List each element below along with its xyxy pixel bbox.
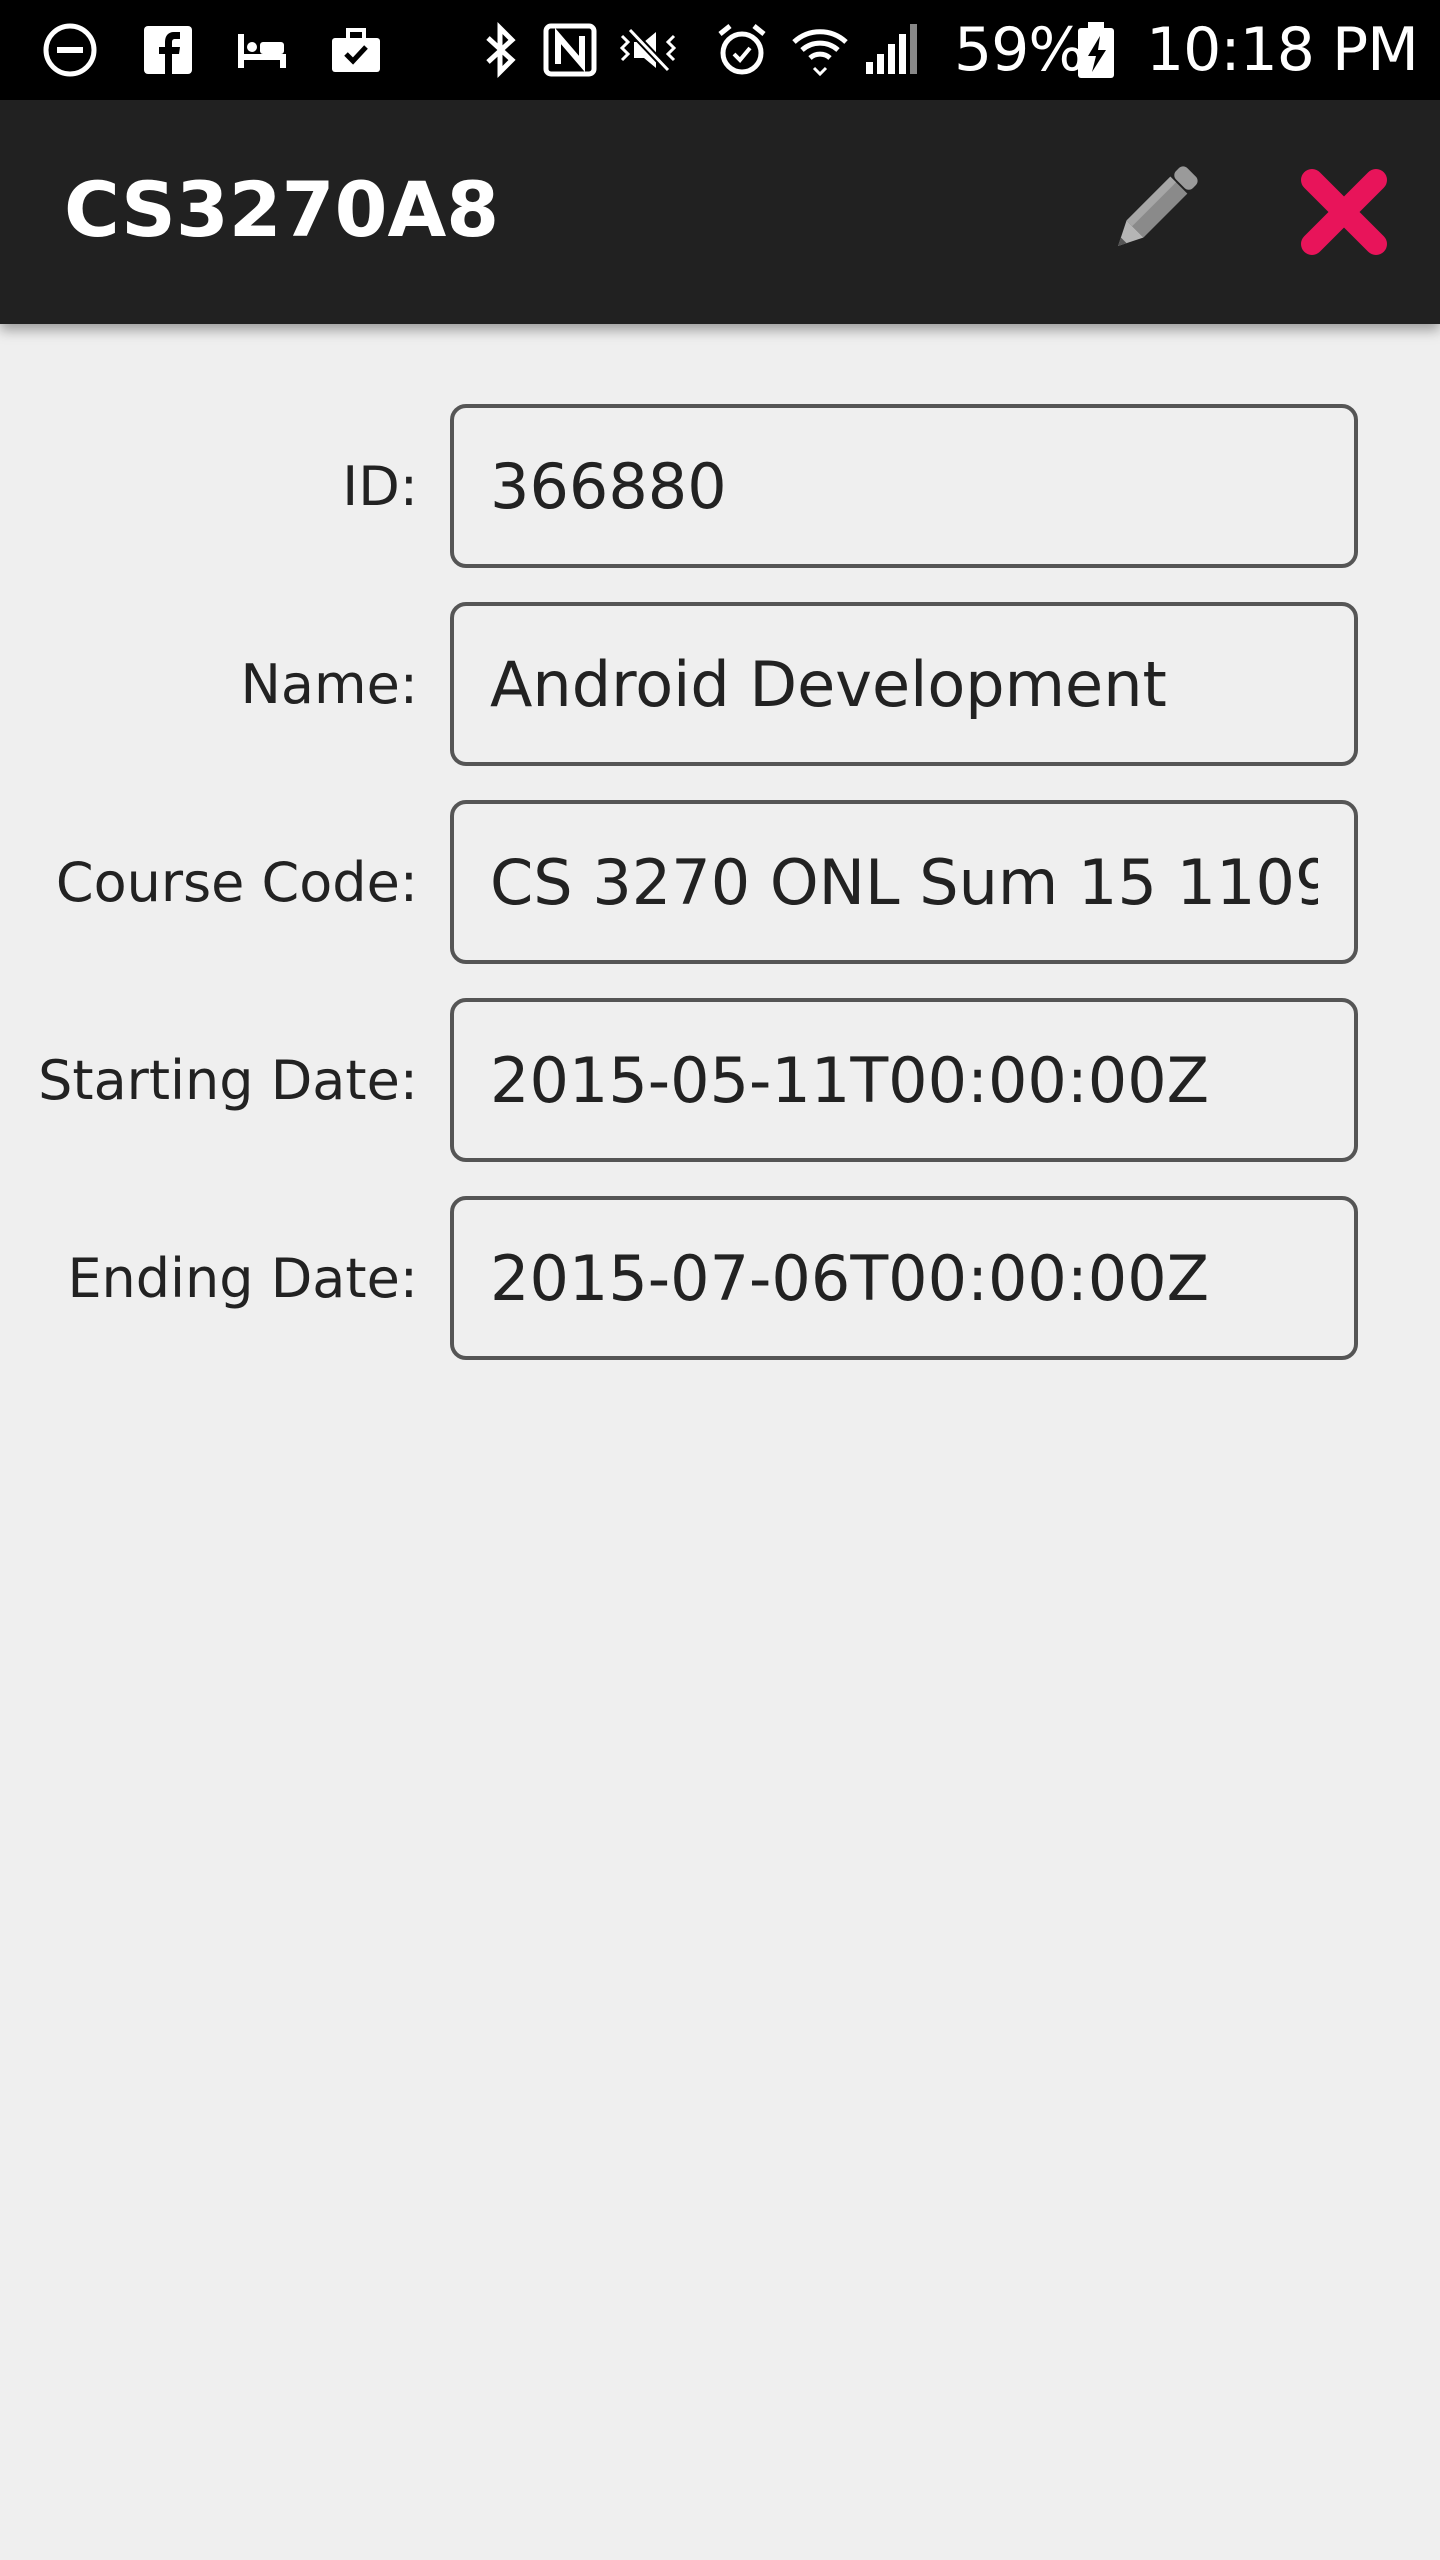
wifi-icon (792, 29, 848, 77)
form-row-ending-date: Ending Date: (0, 1196, 1440, 1360)
close-icon (1301, 169, 1387, 255)
close-button[interactable] (1284, 152, 1404, 272)
name-label: Name: (240, 652, 418, 716)
clock: 10:18 PM (1146, 15, 1419, 85)
form-row-name: Name: (0, 602, 1440, 766)
status-bar: 59% 10:18 PM (0, 0, 1440, 100)
ending-date-label: Ending Date: (67, 1246, 418, 1310)
name-field[interactable] (450, 602, 1358, 766)
form-row-starting-date: Starting Date: (0, 998, 1440, 1162)
course-code-field[interactable] (450, 800, 1358, 964)
nfc-icon (543, 23, 597, 77)
alarm-icon (718, 24, 766, 75)
facebook-icon (144, 26, 192, 74)
briefcase-check-icon (332, 28, 380, 72)
battery-charging-icon (1078, 22, 1114, 78)
course-code-label: Course Code: (55, 850, 418, 914)
do-not-disturb-icon (43, 23, 97, 77)
app-bar: CS3270A8 (0, 100, 1440, 324)
page-title: CS3270A8 (64, 165, 500, 254)
form-row-id: ID: (0, 404, 1440, 568)
edit-button[interactable] (1092, 152, 1212, 272)
id-label: ID: (342, 454, 418, 518)
bluetooth-icon (486, 21, 516, 79)
id-field[interactable] (450, 404, 1358, 568)
vibrate-mute-icon (619, 27, 677, 73)
pencil-icon (1118, 166, 1198, 246)
signal-icon (866, 24, 917, 74)
starting-date-field[interactable] (450, 998, 1358, 1162)
starting-date-label: Starting Date: (38, 1048, 418, 1112)
ending-date-field[interactable] (450, 1196, 1358, 1360)
battery-percentage: 59% (954, 15, 1085, 85)
form-row-course-code: Course Code: (0, 800, 1440, 964)
bed-icon (238, 34, 286, 68)
